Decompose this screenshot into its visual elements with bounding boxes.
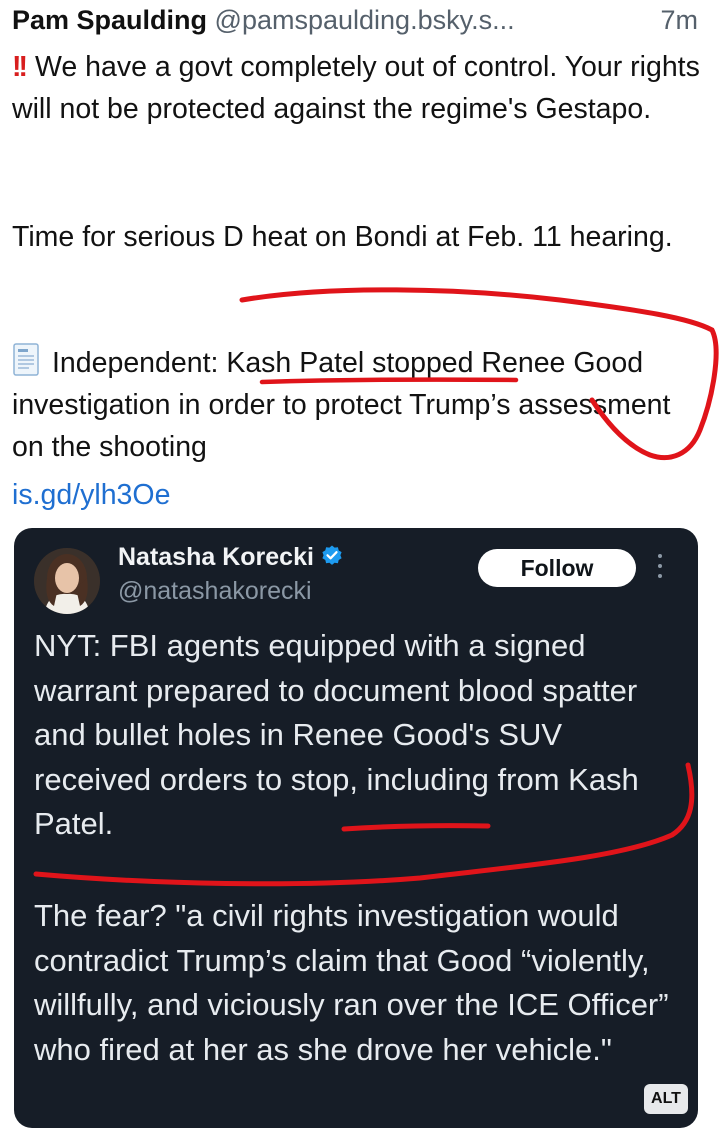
embedded-author-name-text: Natasha Korecki — [118, 543, 314, 571]
post-text-2: Time for serious D heat on Bondi at Feb.… — [12, 221, 673, 253]
post-header: Pam Spaulding @pamspaulding.bsky.s... 7m — [12, 2, 712, 42]
post-timestamp[interactable]: 7m — [660, 2, 698, 38]
author-name[interactable]: Pam Spaulding — [12, 5, 207, 35]
verified-badge-icon — [320, 543, 344, 577]
post-text-paragraph-3: Independent: Kash Patel stopped Renee Go… — [12, 342, 702, 468]
post-link[interactable]: is.gd/ylh3Oe — [12, 474, 170, 516]
embedded-post-text-1: NYT: FBI agents equipped with a signed w… — [34, 628, 639, 841]
embedded-post-card[interactable]: Natasha Korecki @natashakorecki Follow N… — [14, 528, 698, 1128]
embedded-post-text-2: The fear? "a civil rights investigation … — [34, 898, 669, 1067]
more-options-icon[interactable] — [656, 554, 664, 582]
avatar[interactable] — [34, 548, 100, 614]
double-exclamation-icon: !! — [12, 51, 28, 83]
alt-text-badge[interactable]: ALT — [644, 1084, 688, 1114]
follow-button[interactable]: Follow — [478, 549, 636, 587]
author-handle[interactable]: @pamspaulding.bsky.s... — [215, 5, 515, 35]
post-text-1: We have a govt completely out of control… — [12, 51, 700, 125]
post-text-paragraph-2: Time for serious D heat on Bondi at Feb.… — [12, 216, 702, 258]
document-icon — [12, 343, 42, 377]
post-text-paragraph-1: !! We have a govt completely out of contr… — [12, 46, 702, 130]
bluesky-post: Pam Spaulding @pamspaulding.bsky.s... 7m… — [0, 0, 720, 1138]
post-text-3: Independent: Kash Patel stopped Renee Go… — [12, 347, 671, 463]
embedded-author-handle[interactable]: @natashakorecki — [118, 574, 312, 608]
embedded-author-name[interactable]: Natasha Korecki — [118, 540, 344, 577]
